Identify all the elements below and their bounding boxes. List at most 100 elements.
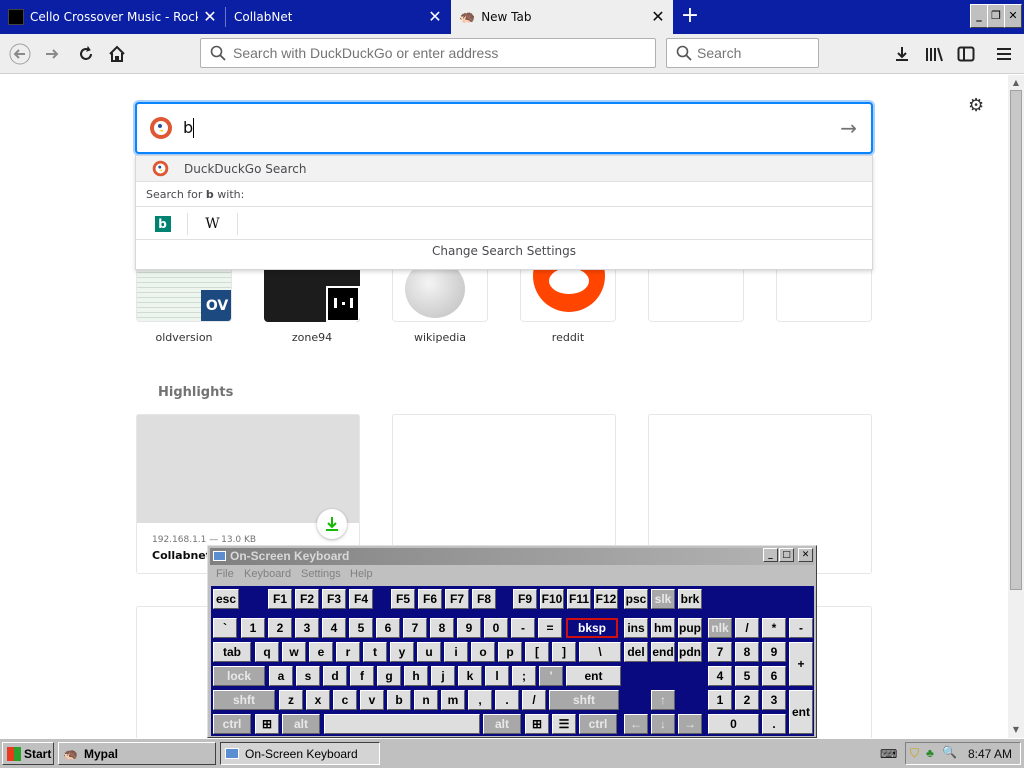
search-input[interactable] [697, 45, 812, 61]
key-pup[interactable]: pup [678, 618, 702, 638]
key-l[interactable]: l [485, 666, 509, 686]
key-←[interactable]: ← [624, 714, 648, 734]
key-F1[interactable]: F1 [268, 589, 292, 609]
key-5[interactable]: 5 [349, 618, 373, 638]
change-search-settings-link[interactable]: Change Search Settings [136, 244, 872, 258]
key-F5[interactable]: F5 [391, 589, 415, 609]
key-brk[interactable]: brk [678, 589, 702, 609]
top-site-zone94[interactable] [264, 270, 360, 322]
key-*[interactable]: * [762, 618, 786, 638]
key-h[interactable]: h [404, 666, 428, 686]
key-q[interactable]: q [255, 642, 279, 662]
tab-cello[interactable]: Cello Crossover Music - Rock and ✕ [0, 0, 225, 34]
shield-icon[interactable]: ⛉ [910, 746, 919, 761]
close-window-button[interactable]: ✕ [1004, 4, 1022, 28]
key-ctrl[interactable]: ctrl [213, 714, 251, 734]
menu-help[interactable]: Help [350, 568, 373, 580]
osk-close-button[interactable]: ✕ [798, 548, 813, 562]
key-][interactable]: ] [552, 642, 576, 662]
key-☰[interactable]: ☰ [552, 714, 576, 734]
key-j[interactable]: j [431, 666, 455, 686]
key-u[interactable]: u [417, 642, 441, 662]
osk-title-bar[interactable]: On-Screen Keyboard [210, 548, 814, 565]
key-y[interactable]: y [390, 642, 414, 662]
tab-close-icon[interactable]: ✕ [426, 8, 444, 26]
key-ent[interactable]: ent [789, 690, 813, 734]
minimize-button[interactable]: _ [970, 4, 988, 28]
key-shft[interactable]: shft [213, 690, 275, 710]
key-1[interactable]: 1 [241, 618, 265, 638]
forward-arrow-icon[interactable] [38, 40, 66, 68]
key-m[interactable]: m [441, 690, 465, 710]
library-icon[interactable] [920, 40, 948, 68]
key-'[interactable]: ' [539, 666, 563, 686]
tab-close-icon[interactable]: ✕ [649, 8, 667, 26]
new-tab-plus-icon[interactable]: + [676, 4, 704, 30]
key-⊞[interactable]: ⊞ [255, 714, 279, 734]
key-2[interactable]: 2 [735, 690, 759, 710]
key-0[interactable]: 0 [708, 714, 759, 734]
key-w[interactable]: w [282, 642, 306, 662]
key-alt[interactable]: alt [483, 714, 521, 734]
scroll-up-icon[interactable]: ▲ [1008, 75, 1024, 91]
start-button[interactable]: Start [2, 742, 54, 765]
key-c[interactable]: c [333, 690, 357, 710]
key-4[interactable]: 4 [322, 618, 346, 638]
key-F6[interactable]: F6 [418, 589, 442, 609]
tab-close-icon[interactable]: ✕ [201, 8, 219, 26]
menu-keyboard[interactable]: Keyboard [244, 568, 291, 580]
osk-minimize-button[interactable]: _ [763, 548, 778, 562]
key-.[interactable]: . [762, 714, 786, 734]
taskbar-item-osk[interactable]: On-Screen Keyboard [220, 742, 380, 765]
key-v[interactable]: v [360, 690, 384, 710]
key-ins[interactable]: ins [624, 618, 648, 638]
newtab-search-box[interactable]: b → [135, 102, 873, 154]
key--[interactable]: - [511, 618, 535, 638]
key-⊞[interactable]: ⊞ [525, 714, 549, 734]
key-b[interactable]: b [387, 690, 411, 710]
go-arrow-icon[interactable]: → [840, 116, 857, 140]
top-site-reddit[interactable] [520, 270, 616, 322]
key-`[interactable]: ` [213, 618, 237, 638]
key-o[interactable]: o [471, 642, 495, 662]
top-site-empty[interactable] [776, 270, 872, 322]
key-F7[interactable]: F7 [445, 589, 469, 609]
key-end[interactable]: end [651, 642, 675, 662]
key-2[interactable]: 2 [268, 618, 292, 638]
key-↑[interactable]: ↑ [651, 690, 675, 710]
key-;[interactable]: ; [512, 666, 536, 686]
key-hm[interactable]: hm [651, 618, 675, 638]
key-F4[interactable]: F4 [349, 589, 373, 609]
key-space[interactable] [324, 714, 480, 734]
key-pdn[interactable]: pdn [678, 642, 702, 662]
key-7[interactable]: 7 [403, 618, 427, 638]
key-t[interactable]: t [363, 642, 387, 662]
key-x[interactable]: x [306, 690, 330, 710]
key-tab[interactable]: tab [213, 642, 251, 662]
url-bar[interactable] [200, 38, 656, 68]
key-0[interactable]: 0 [484, 618, 508, 638]
key-→[interactable]: → [678, 714, 702, 734]
key-ent[interactable]: ent [566, 666, 621, 686]
key-8[interactable]: 8 [430, 618, 454, 638]
key-F2[interactable]: F2 [295, 589, 319, 609]
key-psc[interactable]: psc [624, 589, 648, 609]
key-+[interactable]: + [789, 642, 813, 686]
network-icon[interactable]: ♣ [926, 746, 934, 760]
taskbar-item-mypal[interactable]: 🦔 Mypal [58, 742, 216, 765]
scrollbar-thumb[interactable] [1010, 90, 1022, 590]
url-input[interactable] [233, 45, 643, 61]
key-del[interactable]: del [624, 642, 648, 662]
menu-settings[interactable]: Settings [301, 568, 341, 580]
key-z[interactable]: z [279, 690, 303, 710]
search-tray-icon[interactable]: 🔍 [942, 745, 957, 759]
hamburger-menu-icon[interactable] [990, 40, 1018, 68]
key-4[interactable]: 4 [708, 666, 732, 686]
key-esc[interactable]: esc [213, 589, 239, 609]
key-/[interactable]: / [735, 618, 759, 638]
key-a[interactable]: a [269, 666, 293, 686]
key-alt[interactable]: alt [282, 714, 320, 734]
home-icon[interactable] [103, 40, 131, 68]
key-3[interactable]: 3 [762, 690, 786, 710]
key-.[interactable]: . [495, 690, 519, 710]
